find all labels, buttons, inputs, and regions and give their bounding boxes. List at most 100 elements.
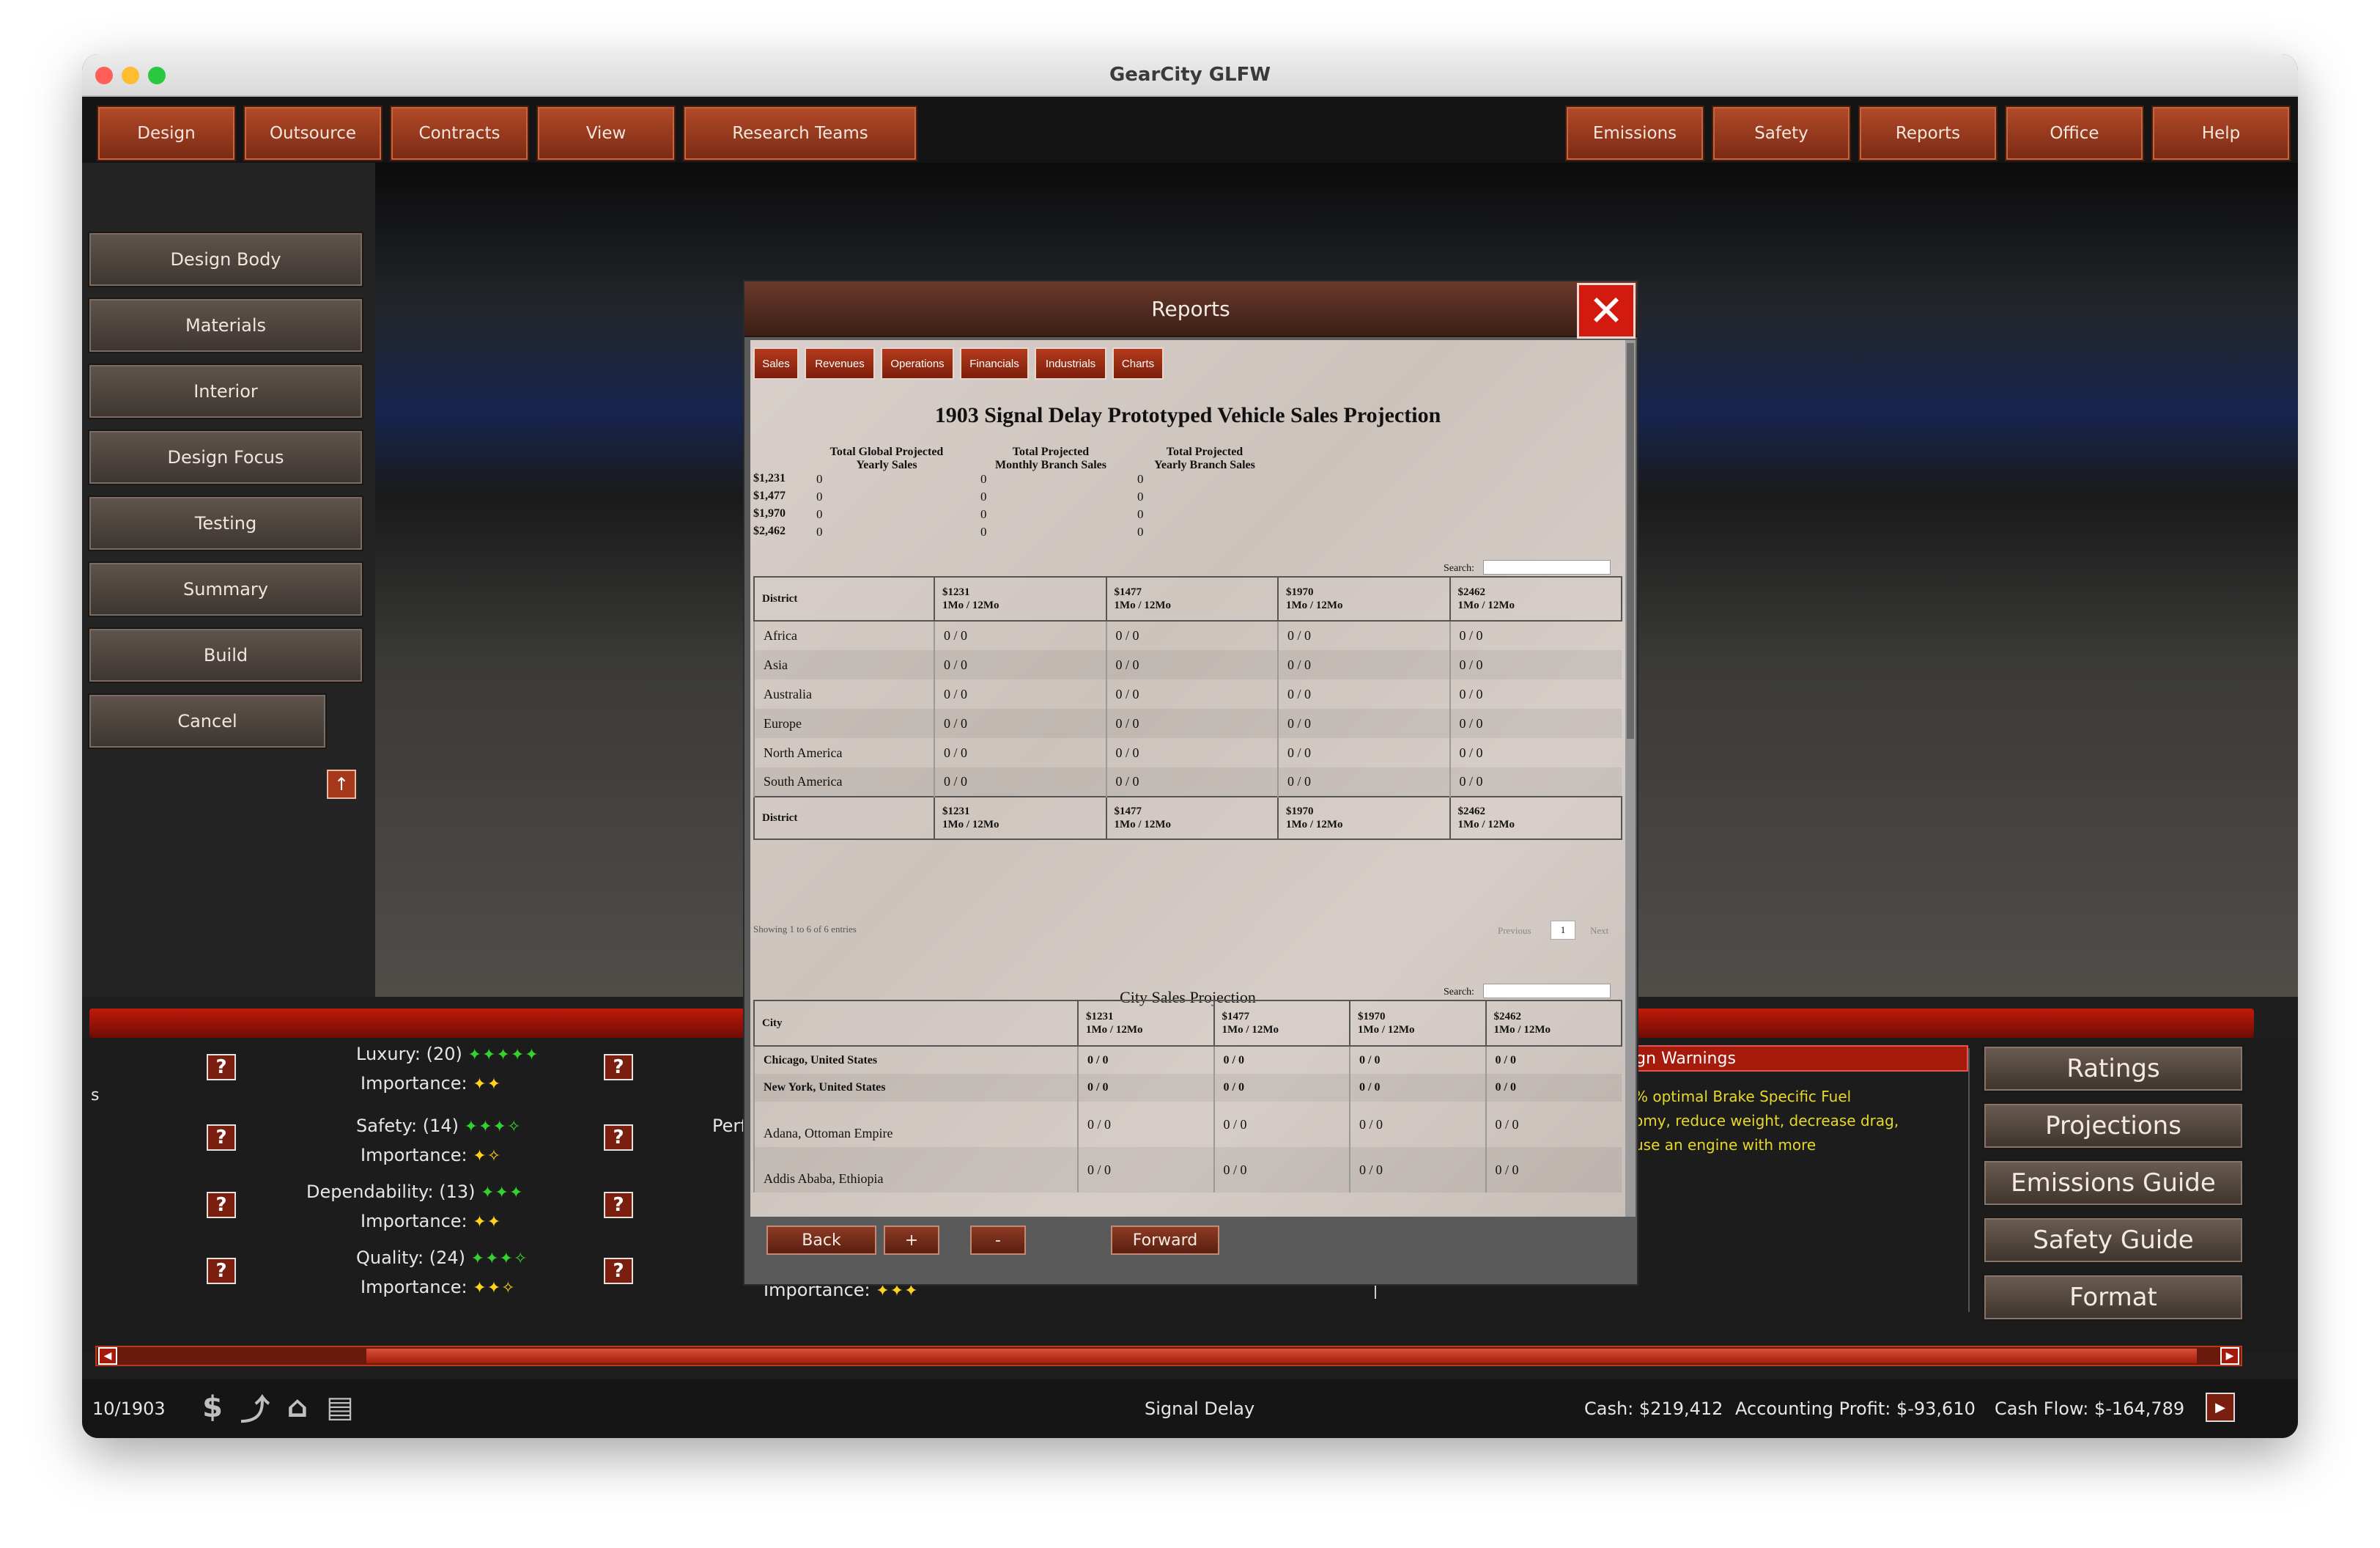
- table-cell: 0 / 0: [1105, 709, 1278, 738]
- play-icon[interactable]: ▶: [2206, 1393, 2235, 1422]
- back-button[interactable]: Back: [766, 1226, 876, 1255]
- table-entries-info: Showing 1 to 6 of 6 entries: [753, 924, 857, 935]
- build-button[interactable]: Build: [88, 627, 363, 683]
- forward-button[interactable]: Forward: [1111, 1226, 1219, 1255]
- district-column-header[interactable]: District: [753, 576, 935, 622]
- arrow-up-icon[interactable]: ↑: [327, 770, 356, 799]
- district-search-label: Search:: [1444, 563, 1474, 574]
- summary-header-monthly: Total Projected Monthly Branch Sales: [994, 446, 1106, 471]
- table-cell: 0 / 0: [1105, 679, 1278, 709]
- table-cell: 0 / 0: [1077, 1046, 1214, 1074]
- summary-yearly: 0: [1137, 525, 1144, 539]
- price-column-header[interactable]: $1970 1Mo / 12Mo: [1349, 1000, 1487, 1047]
- column-period: 1Mo / 12Mo: [1286, 819, 1343, 830]
- table-row: Asia 0 / 0 0 / 0 0 / 0 0 / 0: [753, 650, 1622, 679]
- report-vertical-scrollbar-thumb[interactable]: [1627, 343, 1634, 739]
- help-question-icon[interactable]: ?: [604, 1258, 633, 1284]
- column-period: 1Mo / 12Mo: [1493, 1024, 1551, 1036]
- table-cell: 0 / 0: [1349, 1074, 1486, 1102]
- quality-stat: Quality: (24) ✦✦✦✧: [265, 1247, 588, 1268]
- projections-button[interactable]: Projections: [1983, 1102, 2244, 1149]
- cancel-button[interactable]: Cancel: [88, 693, 327, 749]
- menu-contracts[interactable]: Contracts: [390, 106, 529, 161]
- safety-guide-button[interactable]: Safety Guide: [1983, 1217, 2244, 1264]
- price-column-header[interactable]: $1477 1Mo / 12Mo: [1105, 576, 1279, 622]
- price-column-header[interactable]: $1970 1Mo / 12Mo: [1277, 576, 1451, 622]
- district-search-input[interactable]: [1483, 560, 1611, 575]
- column-period: 1Mo / 12Mo: [1222, 1024, 1279, 1036]
- tab-financials[interactable]: Financials: [960, 347, 1029, 380]
- cash-flow-readout: Cash Flow: $-164,789: [1995, 1398, 2185, 1419]
- safety-label: Safety: (14): [356, 1116, 459, 1136]
- menu-help[interactable]: Help: [2151, 106, 2291, 161]
- close-icon[interactable]: ✕: [1577, 283, 1636, 339]
- materials-button[interactable]: Materials: [88, 298, 363, 353]
- price-column-header[interactable]: $1477 1Mo / 12Mo: [1213, 1000, 1350, 1047]
- design-focus-button[interactable]: Design Focus: [88, 430, 363, 485]
- scroll-right-icon[interactable]: ▶: [2220, 1347, 2239, 1365]
- city-column-header[interactable]: City: [753, 1000, 1079, 1047]
- current-vehicle-name: Signal Delay: [1145, 1398, 1255, 1419]
- summary-price: $1,231: [753, 472, 786, 484]
- price-column-header[interactable]: $1231 1Mo / 12Mo: [934, 576, 1107, 622]
- summary-header-yearly: Total Projected Yearly Branch Sales: [1154, 446, 1255, 471]
- interior-button[interactable]: Interior: [88, 364, 363, 419]
- menu-emissions[interactable]: Emissions: [1565, 106, 1704, 161]
- menu-view[interactable]: View: [536, 106, 676, 161]
- summary-price: $1,970: [753, 507, 786, 520]
- table-cell: 0 / 0: [1449, 621, 1622, 650]
- city-name: Chicago, United States: [753, 1046, 1078, 1074]
- price-column-header[interactable]: $2462 1Mo / 12Mo: [1449, 576, 1622, 622]
- help-question-icon[interactable]: ?: [207, 1258, 236, 1284]
- chart-icon[interactable]: ⤴: [236, 1388, 274, 1427]
- tab-operations[interactable]: Operations: [881, 347, 954, 380]
- pager-previous[interactable]: Previous: [1498, 925, 1531, 937]
- menu-research-teams[interactable]: Research Teams: [683, 106, 917, 161]
- scroll-left-icon[interactable]: ◀: [98, 1347, 117, 1365]
- tab-charts[interactable]: Charts: [1112, 347, 1164, 380]
- report-content[interactable]: Sales Revenues Operations Financials Ind…: [750, 340, 1625, 1217]
- tab-industrials[interactable]: Industrials: [1035, 347, 1106, 380]
- testing-button[interactable]: Testing: [88, 495, 363, 551]
- ratings-button[interactable]: Ratings: [1983, 1045, 2244, 1092]
- pager-next[interactable]: Next: [1590, 925, 1608, 937]
- table-cell: 0 / 0: [934, 621, 1106, 650]
- safety-stat: Safety: (14) ✦✦✦✧: [265, 1116, 588, 1136]
- design-body-button[interactable]: Design Body: [88, 232, 363, 287]
- help-question-icon[interactable]: ?: [207, 1124, 236, 1151]
- table-cell: 0 / 0: [934, 767, 1106, 797]
- format-button[interactable]: Format: [1983, 1274, 2244, 1321]
- zoom-out-button[interactable]: -: [970, 1226, 1026, 1255]
- menu-reports[interactable]: Reports: [1858, 106, 1998, 161]
- dollar-icon[interactable]: $: [193, 1388, 232, 1426]
- zoom-in-button[interactable]: +: [884, 1226, 939, 1255]
- bank-icon[interactable]: ⌂: [278, 1388, 317, 1426]
- tab-revenues[interactable]: Revenues: [805, 347, 875, 380]
- pager-page-1[interactable]: 1: [1551, 921, 1575, 940]
- menu-office[interactable]: Office: [2005, 106, 2144, 161]
- column-price: $1477: [1114, 806, 1142, 817]
- table-cell: 0 / 0: [1277, 767, 1450, 797]
- help-question-icon[interactable]: ?: [604, 1192, 633, 1218]
- menu-design[interactable]: Design: [97, 106, 236, 161]
- help-question-icon[interactable]: ?: [207, 1192, 236, 1218]
- summary-button[interactable]: Summary: [88, 561, 363, 617]
- horizontal-scrollbar-thumb[interactable]: [366, 1349, 2197, 1363]
- help-question-icon[interactable]: ?: [604, 1054, 633, 1080]
- price-column-header[interactable]: $1231 1Mo / 12Mo: [1077, 1000, 1215, 1047]
- district-name: North America: [753, 738, 934, 767]
- reports-dialog-title: Reports: [744, 281, 1637, 337]
- table-cell: 0 / 0: [1105, 650, 1278, 679]
- city-search-input[interactable]: [1483, 984, 1611, 998]
- tab-sales[interactable]: Sales: [753, 347, 799, 380]
- help-question-icon[interactable]: ?: [207, 1054, 236, 1080]
- help-question-icon[interactable]: ?: [604, 1124, 633, 1151]
- price-column-header[interactable]: $2462 1Mo / 12Mo: [1485, 1000, 1622, 1047]
- column-price: $2462: [1493, 1011, 1522, 1022]
- partial-label-s: s: [91, 1086, 100, 1105]
- menu-safety[interactable]: Safety: [1712, 106, 1851, 161]
- status-bar: 10/1903 $ ⤴ ⌂ ▤ Signal Delay Cash: $219,…: [82, 1379, 2298, 1438]
- emissions-guide-button[interactable]: Emissions Guide: [1983, 1160, 2244, 1206]
- menu-outsource[interactable]: Outsource: [243, 106, 382, 161]
- bill-icon[interactable]: ▤: [321, 1388, 359, 1426]
